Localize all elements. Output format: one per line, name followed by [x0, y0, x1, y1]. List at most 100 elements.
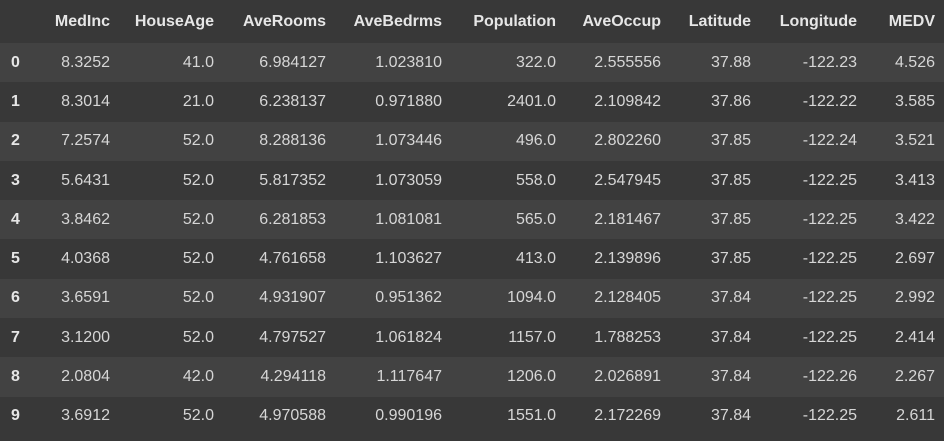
cell-aveoccup: 2.547945: [594, 171, 661, 189]
cell-medv: 3.422: [894, 210, 935, 228]
cell-longitude: -122.25: [802, 328, 857, 346]
cell-houseage: 52.0: [182, 132, 214, 150]
cell-aveoccup: 2.109842: [594, 92, 661, 110]
cell-medinc: 2.0804: [61, 368, 110, 386]
cell-avebedrms: 0.951362: [375, 289, 442, 307]
cell-medv: 2.611: [896, 407, 935, 425]
cell-population: 1094.0: [507, 289, 556, 307]
cell-avebedrms: 0.990196: [375, 407, 442, 425]
index-header: [0, 0, 36, 43]
table-row: 6 3.6591 52.0 4.931907 0.951362 1094.0 2…: [0, 278, 944, 319]
table-row: 7 3.1200 52.0 4.797527 1.061824 1157.0 1…: [0, 318, 944, 358]
cell-houseage: 52.0: [182, 289, 214, 307]
cell-latitude: 37.86: [710, 92, 751, 110]
cell-medinc: 8.3014: [61, 92, 110, 110]
row-index: 6: [11, 289, 20, 307]
cell-avebedrms: 1.061824: [375, 328, 442, 346]
cell-avebedrms: 1.103627: [375, 250, 442, 268]
cell-longitude: -122.26: [802, 368, 857, 386]
row-index: 0: [11, 53, 20, 71]
cell-medv: 3.413: [894, 171, 935, 189]
cell-aveoccup: 2.026891: [594, 368, 661, 386]
cell-aveoccup: 1.788253: [594, 328, 661, 346]
cell-population: 496.0: [515, 132, 556, 150]
table-row: 0 8.3252 41.0 6.984127 1.023810 322.0 2.…: [0, 43, 944, 83]
table-row: 1 8.3014 21.0 6.238137 0.971880 2401.0 2…: [0, 82, 944, 122]
cell-medv: 3.585: [894, 92, 935, 110]
cell-houseage: 52.0: [182, 250, 214, 268]
cell-population: 558.0: [515, 171, 556, 189]
cell-houseage: 42.0: [182, 368, 214, 386]
cell-latitude: 37.84: [710, 289, 751, 307]
cell-population: 565.0: [515, 210, 556, 228]
cell-aveoccup: 2.128405: [594, 289, 661, 307]
cell-avebedrms: 1.081081: [375, 210, 442, 228]
cell-medv: 4.526: [894, 53, 935, 71]
cell-averooms: 4.761658: [259, 250, 326, 268]
cell-population: 1551.0: [507, 407, 556, 425]
cell-latitude: 37.84: [710, 368, 751, 386]
cell-medinc: 8.3252: [61, 53, 110, 71]
row-index: 8: [11, 368, 20, 386]
column-header-houseage: HouseAge: [119, 0, 223, 43]
cell-latitude: 37.84: [710, 328, 751, 346]
cell-aveoccup: 2.139896: [594, 250, 661, 268]
cell-latitude: 37.85: [710, 210, 751, 228]
cell-longitude: -122.24: [802, 132, 857, 150]
row-index: 9: [11, 407, 20, 425]
cell-population: 322.0: [515, 53, 556, 71]
cell-longitude: -122.23: [802, 53, 857, 71]
table-row: 5 4.0368 52.0 4.761658 1.103627 413.0 2.…: [0, 239, 944, 279]
cell-latitude: 37.85: [710, 171, 751, 189]
table-body: 0 8.3252 41.0 6.984127 1.023810 322.0 2.…: [0, 43, 944, 436]
cell-averooms: 5.817352: [259, 171, 326, 189]
row-index: 1: [11, 92, 20, 110]
cell-longitude: -122.25: [802, 407, 857, 425]
cell-aveoccup: 2.181467: [594, 210, 661, 228]
cell-medinc: 3.8462: [61, 210, 110, 228]
column-header-avebedrms: AveBedrms: [335, 0, 451, 43]
column-header-latitude: Latitude: [670, 0, 760, 43]
column-header-medinc: MedInc: [36, 0, 119, 43]
cell-averooms: 6.238137: [259, 92, 326, 110]
row-index: 3: [11, 171, 20, 189]
cell-medv: 2.992: [894, 289, 935, 307]
cell-medinc: 4.0368: [61, 250, 110, 268]
cell-avebedrms: 1.073446: [375, 132, 442, 150]
column-header-population: Population: [451, 0, 565, 43]
cell-population: 1157.0: [508, 328, 556, 346]
cell-medv: 3.521: [894, 132, 935, 150]
row-index: 7: [11, 328, 20, 346]
column-header-aveoccup: AveOccup: [565, 0, 670, 43]
table-row: 3 5.6431 52.0 5.817352 1.073059 558.0 2.…: [0, 160, 944, 201]
row-index: 5: [11, 250, 20, 268]
cell-medinc: 3.6591: [61, 289, 110, 307]
cell-houseage: 52.0: [182, 171, 214, 189]
header-row: MedInc HouseAge AveRooms AveBedrms Popul…: [0, 0, 944, 43]
cell-population: 413.0: [515, 250, 556, 268]
cell-longitude: -122.25: [802, 250, 857, 268]
cell-medinc: 3.6912: [61, 407, 110, 425]
cell-medv: 2.697: [894, 250, 935, 268]
cell-longitude: -122.25: [802, 171, 857, 189]
cell-averooms: 4.970588: [259, 407, 326, 425]
cell-medinc: 5.6431: [61, 171, 110, 189]
cell-latitude: 37.88: [710, 53, 751, 71]
cell-averooms: 4.797527: [259, 328, 326, 346]
cell-averooms: 8.288136: [259, 132, 326, 150]
cell-longitude: -122.25: [802, 289, 857, 307]
cell-longitude: -122.22: [802, 92, 857, 110]
cell-medv: 2.267: [894, 368, 935, 386]
cell-medinc: 7.2574: [61, 132, 110, 150]
cell-medinc: 3.1200: [61, 328, 110, 346]
cell-averooms: 4.294118: [260, 368, 326, 386]
dataframe-output: MedInc HouseAge AveRooms AveBedrms Popul…: [0, 0, 944, 441]
table-row: 2 7.2574 52.0 8.288136 1.073446 496.0 2.…: [0, 121, 944, 161]
cell-aveoccup: 2.802260: [594, 132, 661, 150]
cell-avebedrms: 1.023810: [375, 53, 442, 71]
cell-averooms: 6.281853: [259, 210, 326, 228]
column-header-averooms: AveRooms: [223, 0, 335, 43]
cell-avebedrms: 0.971880: [375, 92, 442, 110]
cell-houseage: 41.0: [182, 53, 214, 71]
cell-aveoccup: 2.555556: [594, 53, 661, 71]
